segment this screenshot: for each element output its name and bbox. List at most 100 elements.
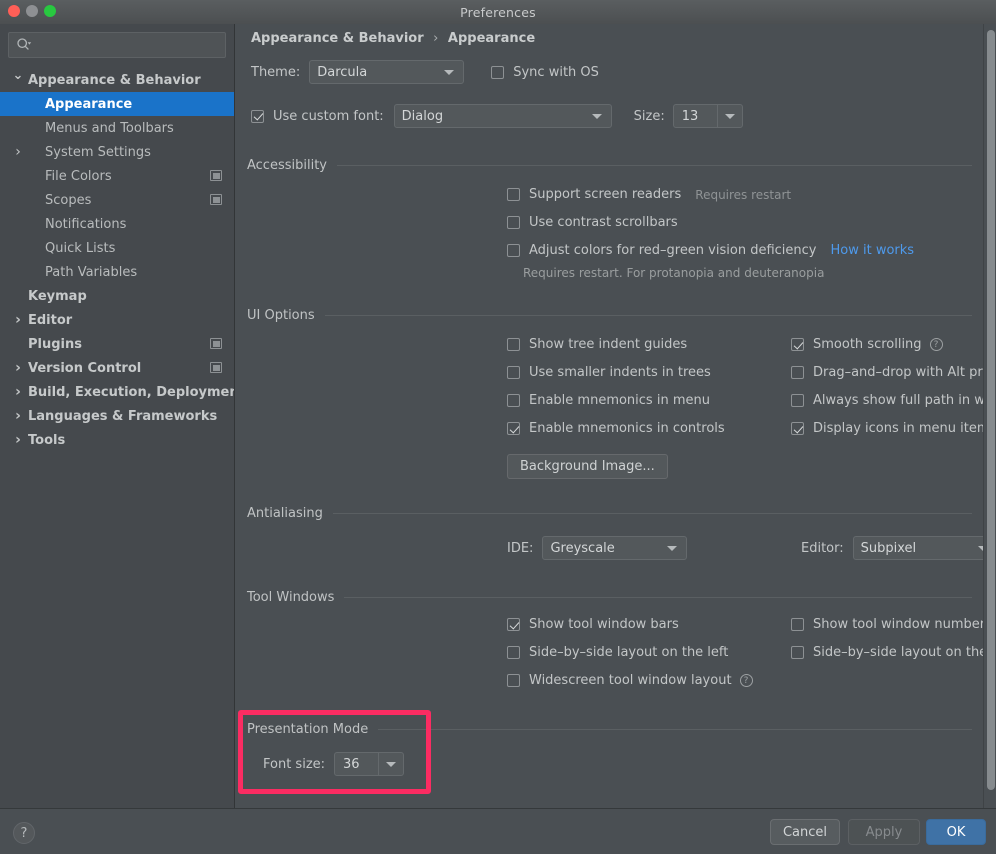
theme-select[interactable]: Darcula <box>309 60 465 84</box>
enable-mnemonics-in-menu-checkbox[interactable]: Enable mnemonics in menu <box>507 393 710 408</box>
accessibility-option-2[interactable]: Adjust colors for red–green vision defic… <box>507 243 914 258</box>
widescreen-tool-window-layout-label: Widescreen tool window layout <box>529 673 732 688</box>
smooth-scrolling-box <box>791 338 804 351</box>
smooth-scrolling-label: Smooth scrolling <box>813 337 922 352</box>
sidebar-item-scopes[interactable]: Scopes <box>0 188 234 212</box>
show-tree-indent-guides-label: Show tree indent guides <box>529 337 688 352</box>
sync-with-os-checkbox[interactable]: Sync with OS <box>491 65 599 80</box>
sidebar-item-build-execution-deployment[interactable]: › Build, Execution, Deployment <box>0 380 234 404</box>
accessibility-option-1[interactable]: Use contrast scrollbars <box>507 215 678 230</box>
vertical-scrollbar-thumb[interactable] <box>987 30 995 790</box>
minimize-window-button[interactable] <box>26 5 38 17</box>
chevron-right-icon[interactable]: › <box>12 356 24 380</box>
enable-mnemonics-in-controls-box <box>507 422 520 435</box>
side-by-side-layout-on-the-right-checkbox[interactable]: Side–by–side layout on the right <box>791 645 996 660</box>
ide-antialiasing-label: IDE: <box>507 540 534 556</box>
font-size-label: Size: <box>633 108 665 124</box>
smooth-scrolling-checkbox[interactable]: Smooth scrolling? <box>791 337 943 352</box>
side-by-side-layout-on-the-left-box <box>507 646 520 659</box>
settings-sidebar: ⌄ Appearance & Behavior Appearance Menus an… <box>0 24 235 808</box>
breadcrumb-separator-icon: › <box>433 31 439 46</box>
editor-antialiasing-label: Editor: <box>801 540 844 556</box>
sidebar-item-plugins[interactable]: Plugins <box>0 332 234 356</box>
show-tool-window-numbers-checkbox[interactable]: Show tool window numbers <box>791 617 992 632</box>
chevron-right-icon[interactable]: › <box>12 140 24 164</box>
close-window-button[interactable] <box>8 5 20 17</box>
side-by-side-layout-on-the-right-label: Side–by–side layout on the right <box>813 645 996 660</box>
chevron-right-icon[interactable]: › <box>12 428 24 452</box>
ok-button[interactable]: OK <box>926 819 986 845</box>
ide-antialiasing-select[interactable]: Greyscale <box>542 536 688 560</box>
sidebar-item-version-control[interactable]: › Version Control <box>0 356 234 380</box>
editor-antialiasing-select[interactable]: Subpixel <box>852 536 996 560</box>
cancel-button[interactable]: Cancel <box>770 819 840 845</box>
enable-mnemonics-in-menu-label: Enable mnemonics in menu <box>529 393 710 408</box>
how-it-works-link[interactable]: How it works <box>830 243 914 258</box>
ide-antialiasing-value: Greyscale <box>550 540 615 556</box>
font-size-spinner[interactable]: 13 <box>672 104 743 128</box>
help-button[interactable]: ? <box>13 822 35 844</box>
theme-label: Theme: <box>251 64 301 80</box>
help-icon[interactable]: ? <box>929 338 943 351</box>
sidebar-item-menus-and-toolbars[interactable]: Menus and Toolbars <box>0 116 234 140</box>
show-tree-indent-guides-checkbox[interactable]: Show tree indent guides <box>507 337 687 352</box>
use-smaller-indents-in-trees-checkbox[interactable]: Use smaller indents in trees <box>507 365 711 380</box>
chevron-right-icon[interactable]: › <box>12 380 24 404</box>
sidebar-item-tools[interactable]: › Tools <box>0 428 234 452</box>
sidebar-item-label: Build, Execution, Deployment <box>28 384 235 400</box>
presentation-mode-group-header: Presentation Mode <box>247 722 972 737</box>
sidebar-item-quick-lists[interactable]: Quick Lists <box>0 236 234 260</box>
sidebar-item-languages-frameworks[interactable]: › Languages & Frameworks <box>0 404 234 428</box>
settings-tree: ⌄ Appearance & Behavior Appearance Menus an… <box>0 68 234 452</box>
title-bar: Preferences <box>0 0 996 25</box>
tool-windows-group-header: Tool Windows <box>247 590 972 605</box>
settings-scope-icon <box>210 170 222 181</box>
zoom-window-button[interactable] <box>44 5 56 17</box>
search-box[interactable] <box>8 32 226 58</box>
widescreen-tool-window-layout-box <box>507 674 520 687</box>
chevron-right-icon[interactable]: › <box>12 404 24 428</box>
group-divider <box>332 513 972 514</box>
custom-font-row: Use custom font: Dialog Size: 13 <box>251 104 743 128</box>
preferences-window: Preferences ⌄ Appearance & Behavior Appear… <box>0 0 996 854</box>
enable-mnemonics-in-controls-checkbox[interactable]: Enable mnemonics in controls <box>507 421 725 436</box>
vertical-scrollbar[interactable] <box>983 24 996 808</box>
show-tool-window-bars-checkbox[interactable]: Show tool window bars <box>507 617 679 632</box>
dialog-footer: ? Cancel Apply OK <box>0 808 996 854</box>
display-icons-in-menu-items-checkbox[interactable]: Display icons in menu items <box>791 421 996 436</box>
breadcrumb-parent[interactable]: Appearance & Behavior <box>251 31 424 46</box>
sidebar-item-appearance-behavior[interactable]: ⌄ Appearance & Behavior <box>0 68 234 92</box>
apply-button[interactable]: Apply <box>848 819 920 845</box>
font-size-dropdown-button[interactable] <box>716 105 742 127</box>
sidebar-item-appearance[interactable]: Appearance <box>0 92 234 116</box>
chevron-down-icon[interactable]: ⌄ <box>12 63 24 87</box>
presentation-font-size-value: 36 <box>343 756 360 772</box>
presentation-font-size-spinner[interactable]: 36 <box>334 752 405 776</box>
presentation-font-size-dropdown-button[interactable] <box>378 753 403 775</box>
font-family-select[interactable]: Dialog <box>393 104 612 128</box>
sidebar-item-system-settings[interactable]: › System Settings <box>0 140 234 164</box>
use-custom-font-box <box>251 109 264 123</box>
use-custom-font-checkbox[interactable]: Use custom font: <box>251 109 384 124</box>
widescreen-tool-window-layout-checkbox[interactable]: Widescreen tool window layout? <box>507 673 753 688</box>
sidebar-item-file-colors[interactable]: File Colors <box>0 164 234 188</box>
always-show-full-path-in-window-header-checkbox[interactable]: Always show full path in window header <box>791 393 996 408</box>
sidebar-item-label: Scopes <box>45 192 92 208</box>
background-image-button[interactable]: Background Image... <box>507 454 668 479</box>
sidebar-item-notifications[interactable]: Notifications <box>0 212 234 236</box>
sidebar-item-keymap[interactable]: Keymap <box>0 284 234 308</box>
drag-and-drop-with-alt-pressed-only-checkbox[interactable]: Drag–and–drop with Alt pressed only <box>791 365 996 380</box>
sidebar-item-editor[interactable]: › Editor <box>0 308 234 332</box>
search-input[interactable] <box>37 37 221 53</box>
accessibility-option-0[interactable]: Support screen readers Requires restart <box>507 187 791 202</box>
side-by-side-layout-on-the-left-checkbox[interactable]: Side–by–side layout on the left <box>507 645 728 660</box>
use-contrast-scrollbars-label: Use contrast scrollbars <box>529 215 678 230</box>
help-icon[interactable]: ? <box>739 674 753 687</box>
chevron-right-icon[interactable]: › <box>12 308 24 332</box>
sidebar-item-label: Quick Lists <box>45 240 116 256</box>
sidebar-item-path-variables[interactable]: Path Variables <box>0 260 234 284</box>
enable-mnemonics-in-controls-label: Enable mnemonics in controls <box>529 421 725 436</box>
drag-and-drop-with-alt-pressed-only-box <box>791 366 804 379</box>
antialiasing-editor-row: Editor: Subpixel <box>801 536 996 560</box>
settings-scope-icon <box>210 362 222 373</box>
